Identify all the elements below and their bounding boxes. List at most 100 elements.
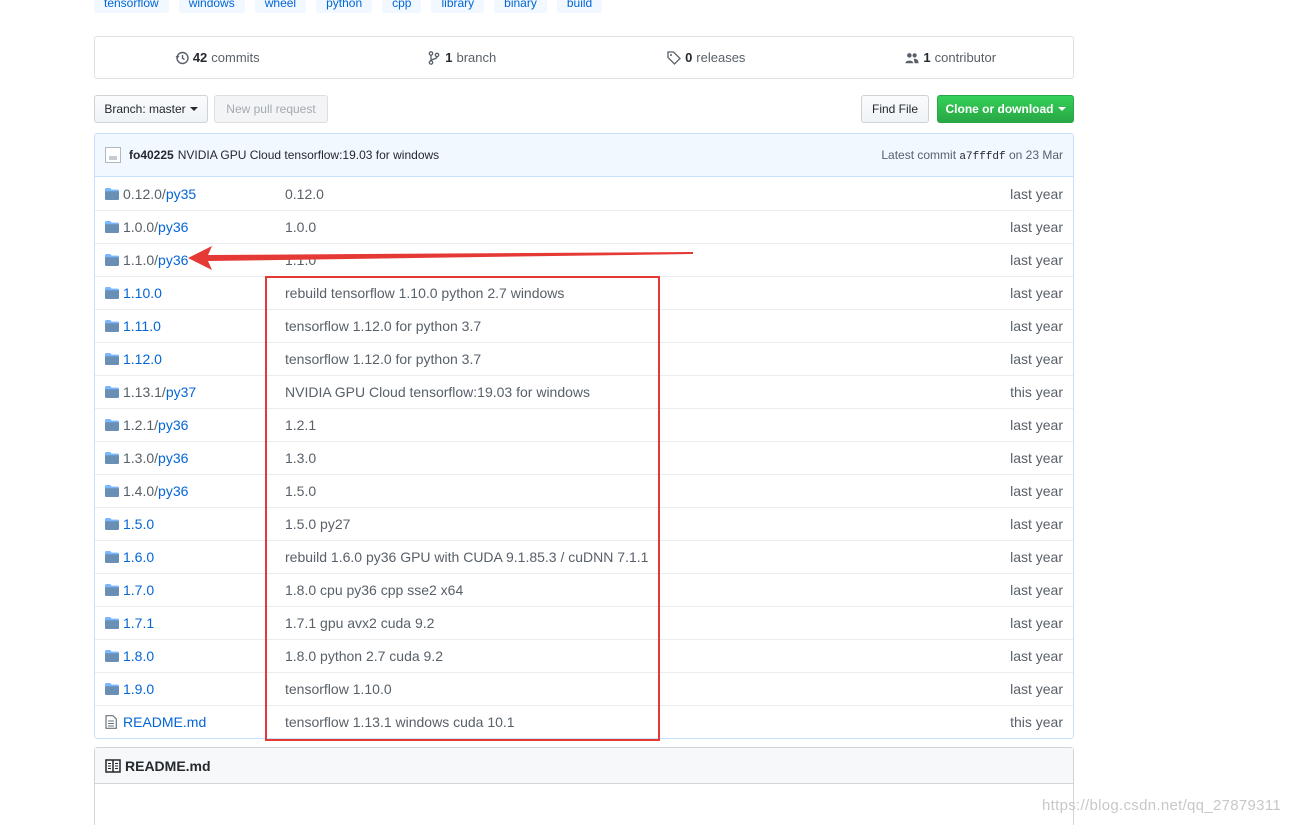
file-name-link[interactable]: 1.2.1/py36 bbox=[123, 417, 285, 433]
file-name-link[interactable]: 1.1.0/py36 bbox=[123, 252, 285, 268]
file-row[interactable]: 1.11.0 tensorflow 1.12.0 for python 3.7 la… bbox=[95, 309, 1073, 342]
file-row[interactable]: README.md tensorflow 1.13.1 windows cuda … bbox=[95, 705, 1073, 738]
topic-tag[interactable]: build bbox=[556, 0, 603, 13]
file-name-link[interactable]: 1.9.0 bbox=[123, 681, 285, 697]
file-row[interactable]: 1.4.0/py36 1.5.0 last year bbox=[95, 474, 1073, 507]
file-name-link[interactable]: 1.8.0 bbox=[123, 648, 285, 664]
find-file-button[interactable]: Find File bbox=[861, 95, 929, 123]
topic-tag[interactable]: tensorflow bbox=[94, 0, 169, 13]
file-name: py35 bbox=[165, 185, 197, 202]
file-row[interactable]: 1.8.0 1.8.0 python 2.7 cuda 9.2 last year bbox=[95, 639, 1073, 672]
file-name-link[interactable]: 1.7.1 bbox=[123, 615, 285, 631]
caret-down-icon bbox=[1057, 107, 1066, 111]
commit-message-link[interactable]: 1.3.0 bbox=[285, 450, 953, 466]
caret-down-icon bbox=[189, 107, 198, 111]
commit-message-link[interactable]: tensorflow 1.13.1 windows cuda 10.1 bbox=[285, 714, 953, 730]
commit-author-link[interactable]: fo40225 bbox=[129, 148, 174, 162]
file-name-link[interactable]: 1.5.0 bbox=[123, 516, 285, 532]
file-name-link[interactable]: 1.6.0 bbox=[123, 549, 285, 565]
stat-count: 0 bbox=[685, 50, 693, 65]
topic-tag[interactable]: library bbox=[431, 0, 485, 13]
commit-message-link[interactable]: 1.2.1 bbox=[285, 417, 953, 433]
file-name: py36 bbox=[158, 483, 189, 499]
avatar[interactable] bbox=[105, 147, 121, 163]
latest-commit-info: Latest commit a7fffdf on 23 Mar bbox=[881, 148, 1063, 163]
topic-tag[interactable]: cpp bbox=[382, 0, 422, 13]
file-path-prefix: 0.12.0/ bbox=[123, 185, 166, 202]
file-row[interactable]: 1.3.0/py36 1.3.0 last year bbox=[95, 441, 1073, 474]
file-name-link[interactable]: 0.12.0/py35 bbox=[123, 186, 285, 202]
file-name: py36 bbox=[158, 219, 189, 235]
latest-commit-bar: fo40225 NVIDIA GPU Cloud tensorflow:19.0… bbox=[95, 134, 1073, 177]
commit-message-link[interactable]: 1.8.0 cpu py36 cpp sse2 x64 bbox=[285, 582, 953, 598]
file-row[interactable]: 1.13.1/py37 NVIDIA GPU Cloud tensorflow:1… bbox=[95, 375, 1073, 408]
file-row[interactable]: 1.10.0 rebuild tensorflow 1.10.0 python 2… bbox=[95, 276, 1073, 309]
new-pull-request-button[interactable]: New pull request bbox=[214, 95, 328, 123]
find-file-label: Find File bbox=[871, 102, 918, 116]
file-path-prefix: 1.2.1/ bbox=[123, 417, 159, 433]
commit-message-link[interactable]: rebuild 1.6.0 py36 GPU with CUDA 9.1.85.… bbox=[285, 549, 953, 565]
file-name-link[interactable]: 1.12.0 bbox=[123, 351, 285, 367]
people-icon bbox=[905, 51, 919, 65]
commit-age: last year bbox=[1010, 516, 1063, 532]
file-name-link[interactable]: 1.10.0 bbox=[123, 285, 285, 301]
file-row[interactable]: 1.5.0 1.5.0 py27 last year bbox=[95, 507, 1073, 540]
file-name-link[interactable]: README.md bbox=[123, 714, 285, 730]
file-name-link[interactable]: 1.0.0/py36 bbox=[123, 219, 285, 235]
commit-age: this year bbox=[1010, 384, 1063, 400]
stat-commits[interactable]: 42 commits bbox=[95, 50, 340, 65]
file-row[interactable]: 1.1.0/py36 1.1.0 last year bbox=[95, 243, 1073, 276]
folder-icon bbox=[95, 254, 123, 266]
commit-message-link[interactable]: 1.1.0 bbox=[285, 252, 953, 268]
folder-icon bbox=[95, 287, 123, 299]
file-row[interactable]: 1.6.0 rebuild 1.6.0 py36 GPU with CUDA 9.… bbox=[95, 540, 1073, 573]
folder-icon bbox=[95, 683, 123, 695]
commit-sha-link[interactable]: a7fffdf bbox=[959, 151, 1005, 163]
commit-age: last year bbox=[1010, 219, 1063, 235]
commit-message-link[interactable]: 0.12.0 bbox=[285, 186, 953, 202]
file-name: 1.12.0 bbox=[123, 351, 162, 367]
commit-message-link[interactable]: 1.0.0 bbox=[285, 219, 953, 235]
commit-age: last year bbox=[1010, 681, 1063, 697]
file-name: README.md bbox=[123, 714, 207, 730]
file-name-link[interactable]: 1.13.1/py37 bbox=[123, 384, 285, 400]
commit-message-link[interactable]: 1.5.0 py27 bbox=[285, 516, 953, 532]
stat-contributor[interactable]: 1 contributor bbox=[829, 50, 1074, 65]
commit-message-link[interactable]: 1.5.0 bbox=[285, 483, 953, 499]
file-name: py36 bbox=[158, 252, 189, 268]
commit-message-link[interactable]: NVIDIA GPU Cloud tensorflow:19.03 for wi… bbox=[178, 148, 439, 162]
file-row[interactable]: 1.9.0 tensorflow 1.10.0 last year bbox=[95, 672, 1073, 705]
commit-age: last year bbox=[1010, 450, 1063, 466]
file-row[interactable]: 1.7.0 1.8.0 cpu py36 cpp sse2 x64 last yea… bbox=[95, 573, 1073, 606]
file-row[interactable]: 1.2.1/py36 1.2.1 last year bbox=[95, 408, 1073, 441]
topic-tag[interactable]: python bbox=[316, 0, 373, 13]
file-name: 1.7.1 bbox=[123, 615, 155, 631]
commit-message-link[interactable]: 1.7.1 gpu avx2 cuda 9.2 bbox=[285, 615, 953, 631]
file-path-prefix: 1.4.0/ bbox=[123, 483, 159, 499]
file-row[interactable]: 1.12.0 tensorflow 1.12.0 for python 3.7 la… bbox=[95, 342, 1073, 375]
topic-tag[interactable]: windows bbox=[178, 0, 245, 13]
file-name-link[interactable]: 1.7.0 bbox=[123, 582, 285, 598]
file-name-link[interactable]: 1.3.0/py36 bbox=[123, 450, 285, 466]
commit-message-link[interactable]: rebuild tensorflow 1.10.0 python 2.7 win… bbox=[285, 285, 953, 301]
branch-select-button[interactable]: Branch: master bbox=[94, 95, 208, 123]
commit-age: last year bbox=[1010, 185, 1063, 202]
file-row[interactable]: 1.0.0/py36 1.0.0 last year bbox=[95, 210, 1073, 243]
commit-message-link[interactable]: NVIDIA GPU Cloud tensorflow:19.03 for wi… bbox=[285, 384, 953, 400]
file-name-link[interactable]: 1.11.0 bbox=[123, 318, 285, 334]
file-row[interactable]: 1.7.1 1.7.1 gpu avx2 cuda 9.2 last year bbox=[95, 606, 1073, 639]
file-name: 1.5.0 bbox=[123, 516, 155, 532]
file-name-link[interactable]: 1.4.0/py36 bbox=[123, 483, 285, 499]
stat-branch[interactable]: 1 branch bbox=[340, 50, 585, 65]
stat-releases[interactable]: 0 releases bbox=[584, 50, 829, 65]
commit-message-link[interactable]: tensorflow 1.12.0 for python 3.7 bbox=[285, 351, 953, 367]
file-list: fo40225 NVIDIA GPU Cloud tensorflow:19.0… bbox=[94, 133, 1074, 739]
commit-message-link[interactable]: 1.8.0 python 2.7 cuda 9.2 bbox=[285, 648, 953, 664]
topic-tag[interactable]: wheel bbox=[254, 0, 307, 13]
clone-or-download-button[interactable]: Clone or download bbox=[937, 95, 1074, 123]
commit-message-link[interactable]: tensorflow 1.10.0 bbox=[285, 681, 953, 697]
folder-icon bbox=[95, 320, 123, 332]
file-row[interactable]: 0.12.0/py35 0.12.0 last year bbox=[95, 177, 1073, 210]
commit-message-link[interactable]: tensorflow 1.12.0 for python 3.7 bbox=[285, 318, 953, 334]
topic-tag[interactable]: binary bbox=[494, 0, 547, 13]
